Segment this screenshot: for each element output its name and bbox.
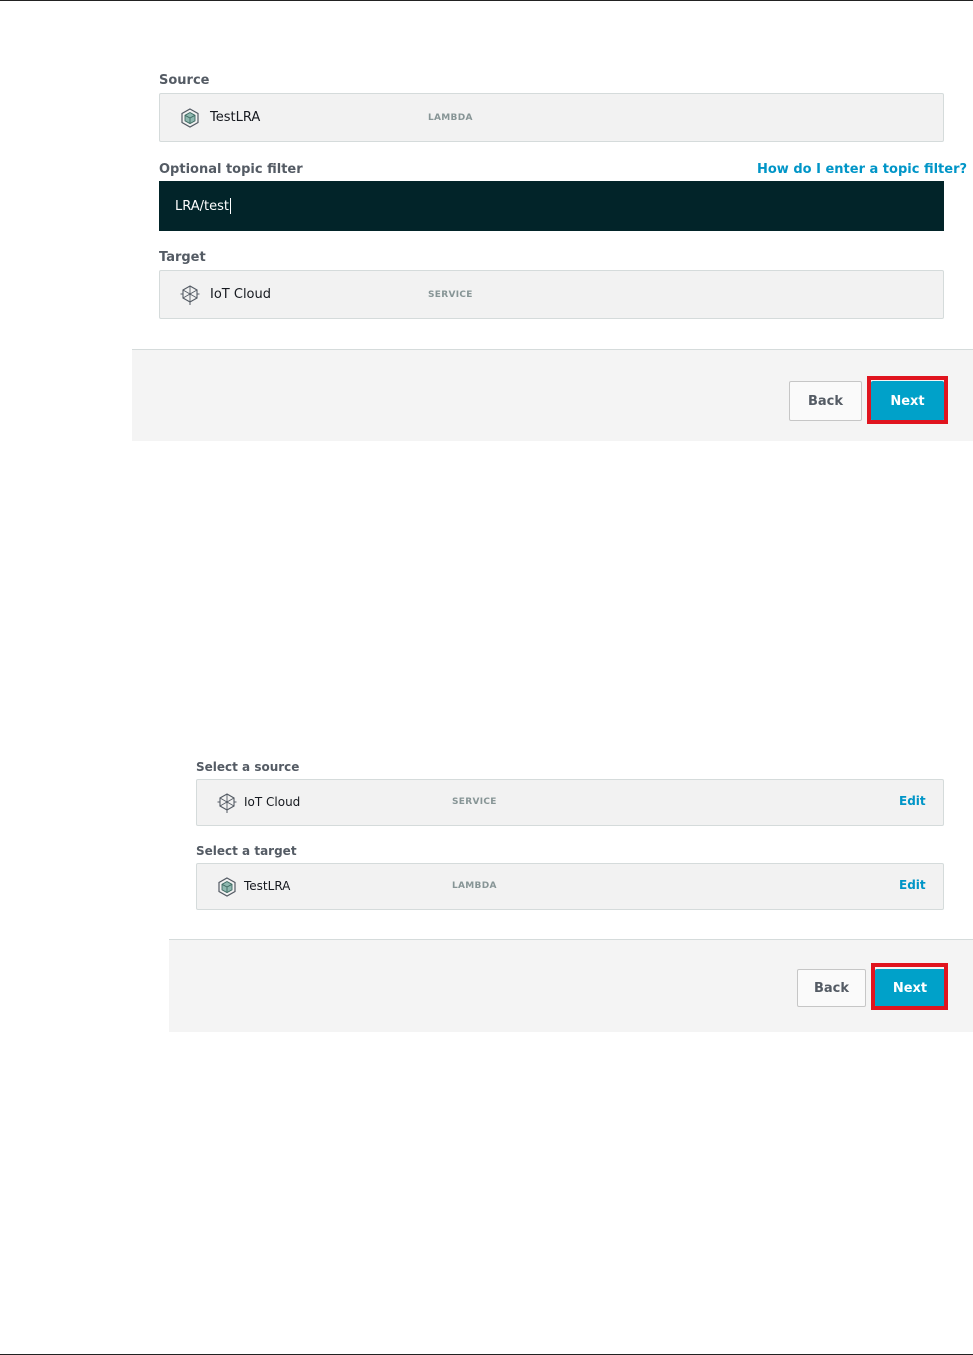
topic-filter-value: LRA/test [175, 198, 229, 214]
source-type: SERVICE [452, 797, 497, 807]
source-name: TestLRA [210, 110, 261, 125]
select-source-label: Select a source [196, 760, 300, 774]
source-label: Source [159, 73, 210, 88]
topic-filter-input[interactable]: LRA/test [159, 181, 944, 231]
panel-1-footer: Back Next [132, 349, 973, 441]
target-type: LAMBDA [452, 881, 497, 891]
source-box: IoT Cloud SERVICE Edit [196, 779, 944, 826]
lambda-cube-icon [179, 107, 201, 129]
top-divider [0, 0, 973, 1]
panel-2-footer: Back Next [169, 939, 973, 1032]
target-type: SERVICE [428, 290, 473, 300]
source-type: LAMBDA [428, 113, 473, 123]
target-name: IoT Cloud [210, 287, 271, 302]
iot-cloud-icon [179, 284, 201, 306]
target-label: Target [159, 250, 206, 265]
lambda-cube-icon [216, 876, 238, 898]
next-button[interactable]: Next [871, 381, 944, 421]
page: Source TestLRA LAMBDA Optional topic fil… [0, 0, 973, 1355]
target-box: TestLRA LAMBDA Edit [196, 863, 944, 910]
edit-source-link[interactable]: Edit [899, 794, 926, 808]
source-name: IoT Cloud [244, 795, 301, 809]
target-name: TestLRA [244, 879, 291, 893]
topic-filter-label: Optional topic filter [159, 162, 303, 177]
select-target-label: Select a target [196, 844, 297, 858]
back-button[interactable]: Back [789, 381, 862, 421]
next-button[interactable]: Next [875, 969, 945, 1007]
text-caret [230, 198, 231, 214]
target-box: IoT Cloud SERVICE [159, 270, 944, 319]
back-button[interactable]: Back [797, 969, 866, 1007]
edit-target-link[interactable]: Edit [899, 878, 926, 892]
topic-filter-help-link[interactable]: How do I enter a topic filter? [757, 162, 967, 177]
source-box: TestLRA LAMBDA [159, 93, 944, 142]
iot-cloud-icon [216, 792, 238, 814]
